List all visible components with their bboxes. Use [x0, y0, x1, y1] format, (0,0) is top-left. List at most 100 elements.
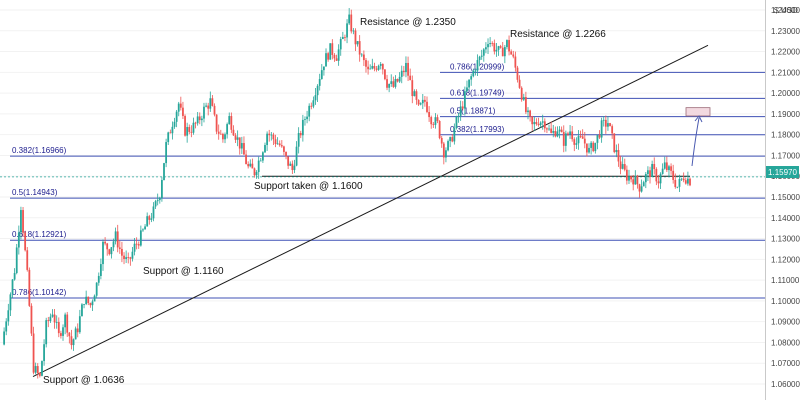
- candle-body: [615, 149, 618, 153]
- candle-body: [621, 164, 624, 169]
- target-zone-box: [685, 107, 711, 117]
- candle-body: [15, 247, 18, 274]
- candle-body: [438, 120, 441, 138]
- price-tick: 1.15000: [771, 193, 800, 202]
- candle-body: [205, 105, 207, 107]
- candle-body: [682, 178, 685, 181]
- candle-body: [436, 117, 439, 121]
- candle-body: [474, 70, 477, 72]
- candle-body: [432, 124, 435, 126]
- price-tick: 1.20000: [771, 89, 800, 98]
- candle-body: [636, 176, 639, 185]
- candle-body: [320, 70, 323, 80]
- candle-body: [478, 56, 481, 61]
- candle-body: [392, 81, 395, 87]
- candle-body: [586, 143, 588, 153]
- candle-body: [312, 100, 315, 107]
- candle-body: [257, 160, 260, 173]
- candle-body: [575, 143, 578, 145]
- candle-body: [680, 178, 683, 180]
- candle-body: [70, 336, 73, 346]
- candle-body: [228, 116, 231, 125]
- candle-body: [689, 178, 691, 186]
- candle-body: [55, 322, 58, 323]
- price-tick: 1.07000: [771, 359, 800, 368]
- candle-body: [564, 133, 567, 146]
- candle-body: [85, 296, 88, 305]
- candle-body: [211, 98, 214, 106]
- candle-body: [628, 176, 630, 181]
- candle-body: [632, 179, 635, 185]
- candle-body: [348, 14, 351, 24]
- currency-icon: $: [774, 6, 779, 15]
- candle-body: [562, 132, 565, 146]
- candle-body: [7, 310, 10, 322]
- candle-body: [331, 43, 334, 55]
- candle-body: [243, 143, 245, 155]
- price-tick: 1.08000: [771, 338, 800, 347]
- candle-body: [177, 103, 180, 112]
- candle-body: [539, 122, 542, 126]
- candle-body: [527, 110, 529, 113]
- candle-body: [148, 216, 151, 220]
- candle-body: [411, 80, 414, 97]
- candle-body: [506, 40, 508, 48]
- candle-body: [93, 295, 96, 302]
- candle-body: [62, 327, 64, 336]
- candle-body: [402, 70, 405, 73]
- candle-body: [463, 91, 466, 109]
- candle-body: [405, 62, 407, 73]
- candle-body: [341, 37, 344, 40]
- price-tick: 1.23000: [771, 27, 800, 36]
- candle-body: [447, 141, 449, 151]
- candle-body: [127, 257, 130, 258]
- candle-body: [567, 133, 569, 135]
- candle-body: [121, 248, 123, 256]
- candle-body: [135, 243, 138, 245]
- candle-body: [213, 105, 216, 115]
- candle-body: [222, 133, 224, 140]
- candle-body: [32, 333, 35, 373]
- candle-body: [472, 70, 475, 77]
- candle-body: [38, 373, 41, 376]
- candle-body: [259, 160, 262, 162]
- chart-annotation: Resistance @ 1.2266: [510, 29, 606, 40]
- candle-body: [68, 332, 71, 337]
- candle-body: [510, 51, 513, 55]
- candle-body: [533, 122, 536, 125]
- candle-body: [139, 230, 142, 246]
- candle-body: [158, 198, 161, 201]
- candle-body: [487, 44, 489, 48]
- price-tick: 1.13000: [771, 235, 800, 244]
- candle-body: [270, 134, 273, 136]
- candle-body: [659, 173, 662, 184]
- candle-body: [34, 366, 37, 373]
- candle-body: [398, 76, 401, 82]
- candle-body: [369, 68, 372, 70]
- candle-body: [26, 250, 29, 270]
- candle-body: [198, 116, 201, 121]
- candle-body: [154, 201, 157, 207]
- candle-body: [301, 119, 304, 136]
- candle-body: [215, 114, 218, 132]
- candle-body: [203, 106, 205, 119]
- price-chart: 0.786(1.10142)0.618(1.12921)0.5(1.14943)…: [0, 0, 800, 400]
- candle-body: [325, 53, 327, 67]
- candle-body: [346, 23, 348, 38]
- candle-body: [569, 131, 571, 135]
- candle-body: [190, 131, 193, 133]
- candle-body: [613, 133, 616, 153]
- candle-body: [537, 124, 540, 126]
- candle-body: [491, 43, 494, 44]
- candle-body: [264, 145, 266, 153]
- candle-body: [512, 54, 515, 57]
- candle-body: [261, 152, 264, 161]
- candle-body: [226, 124, 229, 135]
- candle-body: [579, 136, 582, 137]
- candle-body: [112, 241, 115, 248]
- candle-body: [442, 143, 445, 158]
- candle-body: [289, 163, 292, 166]
- candle-body: [247, 164, 250, 167]
- candle-body: [686, 178, 689, 184]
- candle-body: [684, 180, 687, 184]
